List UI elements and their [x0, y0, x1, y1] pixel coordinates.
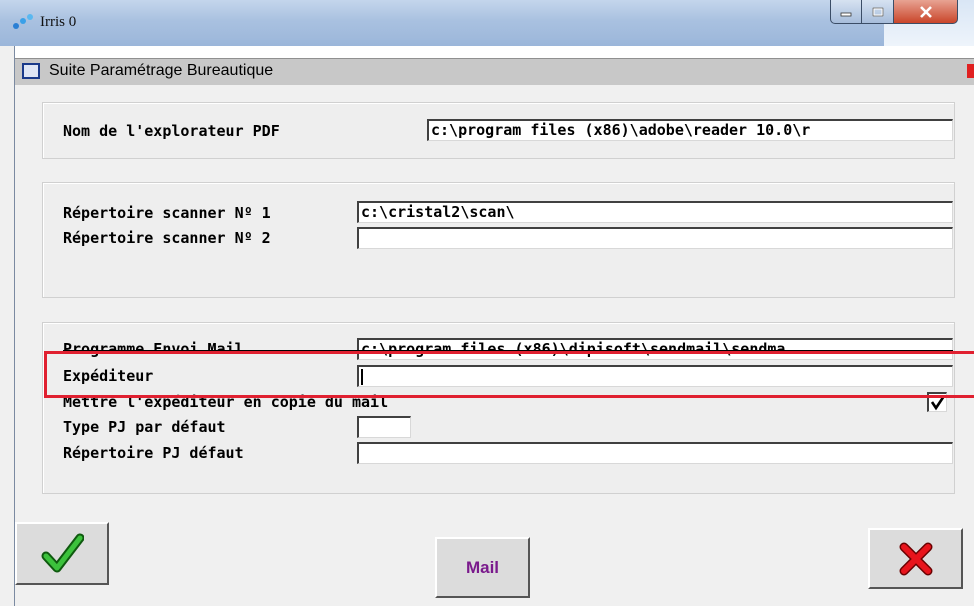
dialog-system-icon[interactable] — [22, 63, 40, 79]
attachment-type-label: Type PJ par défaut — [63, 418, 226, 436]
pdf-reader-label: Nom de l'explorateur PDF — [63, 122, 280, 140]
close-window-button[interactable] — [894, 0, 958, 24]
sender-highlight-box — [44, 351, 974, 398]
dialog-close-icon[interactable] — [967, 64, 974, 78]
maximize-icon — [872, 7, 883, 16]
minimize-button[interactable] — [830, 0, 862, 24]
dialog-titlebar: Suite Paramétrage Bureautique — [15, 58, 974, 86]
window-controls — [830, 0, 958, 24]
scanner1-field[interactable]: c:\cristal2\scan\ — [357, 201, 953, 223]
cancel-button[interactable] — [868, 528, 963, 589]
mail-button[interactable]: Mail — [435, 537, 530, 598]
green-checkmark-icon — [41, 533, 84, 572]
scanner1-label: Répertoire scanner Nº 1 — [63, 204, 271, 222]
window-title: Irris 0 — [40, 14, 77, 30]
validate-button[interactable] — [15, 522, 109, 585]
mail-group: Programme Envoi Mail c:\program files (x… — [42, 322, 955, 494]
attachment-type-field[interactable] — [357, 416, 411, 438]
pdf-group: Nom de l'explorateur PDF c:\program file… — [42, 102, 955, 159]
scanner2-field[interactable] — [357, 227, 953, 249]
window-titlebar: Irris 0 — [0, 0, 974, 46]
mail-button-label: Mail — [465, 557, 500, 577]
minimize-icon — [840, 12, 852, 16]
pdf-reader-field[interactable]: c:\program files (x86)\adobe\reader 10.0… — [427, 119, 953, 141]
close-icon — [919, 5, 932, 18]
settings-dialog: Suite Paramétrage Bureautique Nom de l'e… — [14, 46, 974, 606]
attachment-dir-field[interactable] — [357, 442, 953, 464]
dialog-title: Suite Paramétrage Bureautique — [49, 62, 274, 79]
maximize-button[interactable] — [862, 0, 894, 24]
attachment-dir-label: Répertoire PJ défaut — [63, 444, 244, 462]
scanner2-label: Répertoire scanner Nº 2 — [63, 229, 271, 247]
scanner-group: Répertoire scanner Nº 1 c:\cristal2\scan… — [42, 182, 955, 298]
app-icon — [13, 14, 33, 29]
red-x-icon — [899, 542, 932, 575]
dialog-body: Nom de l'explorateur PDF c:\program file… — [15, 85, 974, 606]
